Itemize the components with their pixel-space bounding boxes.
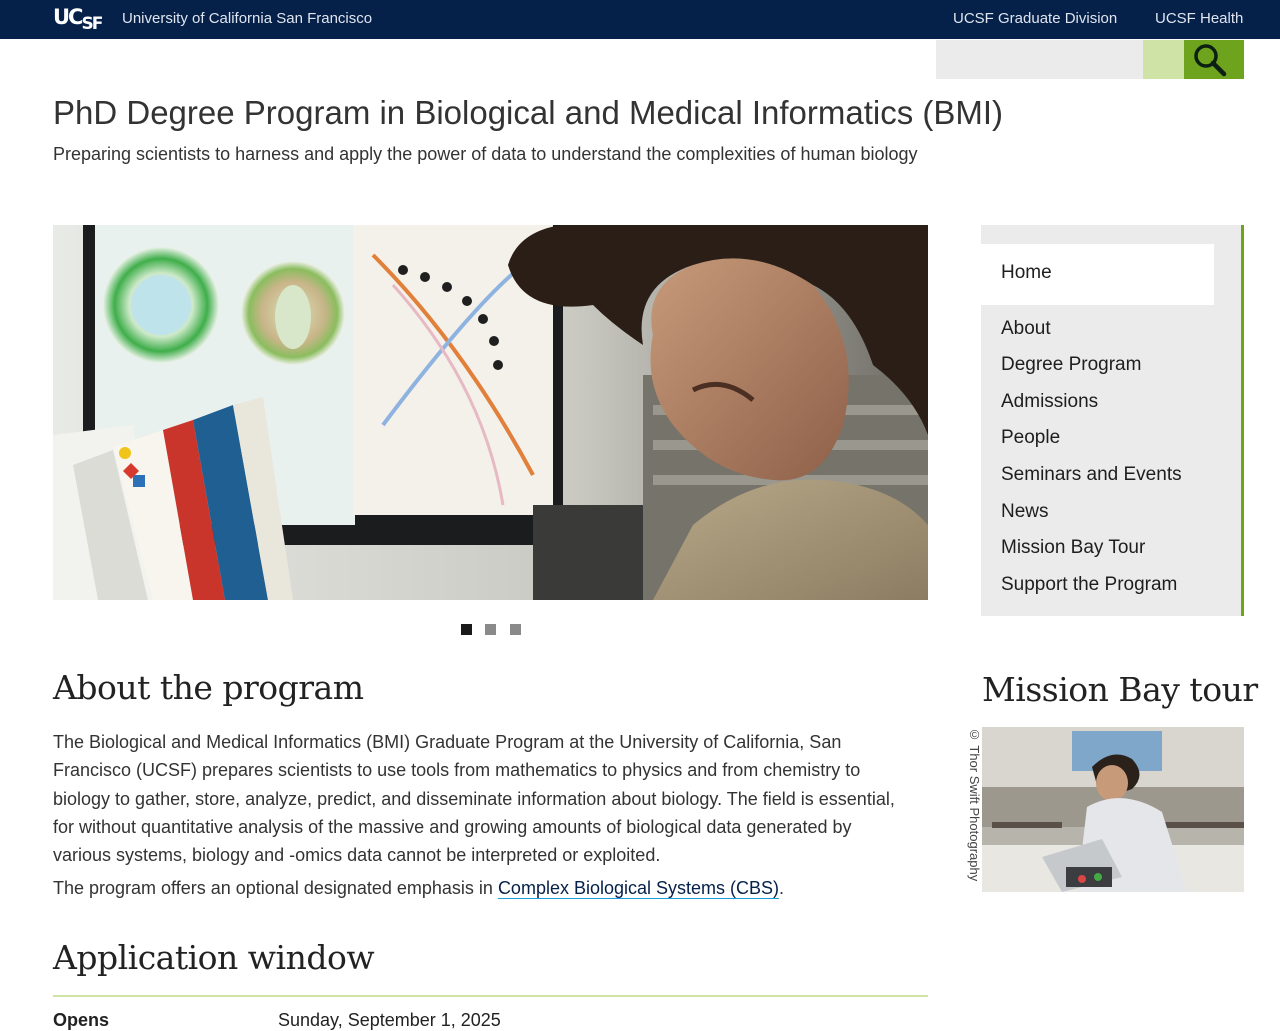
slide-dot-1[interactable] — [461, 624, 472, 635]
about-body: The Biological and Medical Informatics (… — [53, 732, 895, 866]
hero-photo — [53, 225, 928, 600]
slide-dot-3[interactable] — [510, 624, 521, 635]
about-heading: About the program — [53, 668, 364, 707]
ucsf-health-link[interactable]: UCSF Health — [1155, 10, 1243, 27]
opens-label: Opens — [53, 1010, 110, 1030]
tour-photo — [982, 727, 1244, 892]
application-window-heading: Application window — [53, 938, 375, 977]
sidebar-nav: Home About Degree Program Admissions Peo… — [981, 225, 1244, 616]
sidebar-item-admissions[interactable]: Admissions — [1001, 391, 1098, 413]
graduate-division-link[interactable]: UCSF Graduate Division — [953, 10, 1117, 27]
sidebar-item-seminars[interactable]: Seminars and Events — [1001, 464, 1182, 486]
cbs-link[interactable]: Complex Biological Systems (CBS) — [497, 878, 780, 899]
sidebar-item-home[interactable]: Home — [1001, 262, 1052, 284]
sidebar-item-mission-bay-tour[interactable]: Mission Bay Tour — [1001, 537, 1145, 559]
photo-credit: © Thor Swift Photography — [967, 727, 982, 882]
search-field-accent — [1143, 40, 1184, 79]
cbs-paragraph: The program offers an optional designate… — [53, 878, 784, 899]
university-name: University of California San Francisco — [122, 10, 373, 27]
hero-slideshow — [53, 225, 928, 600]
mission-bay-tour-heading: Mission Bay tour — [982, 670, 1258, 709]
cbs-prefix: The program offers an optional designate… — [53, 878, 498, 898]
cbs-suffix: . — [779, 878, 785, 898]
sidebar-item-about[interactable]: About — [1001, 318, 1051, 340]
search-icon — [1194, 44, 1227, 77]
opens-date: Sunday, September 1, 2025 — [278, 1010, 501, 1030]
sidebar-item-degree-program[interactable]: Degree Program — [1001, 354, 1141, 376]
section-divider — [53, 995, 928, 997]
sidebar-item-support[interactable]: Support the Program — [1001, 574, 1177, 596]
sidebar-item-people[interactable]: People — [1001, 427, 1060, 449]
search-input[interactable] — [936, 40, 1143, 79]
ucsf-logo[interactable]: UCSF — [53, 2, 103, 34]
page-title: PhD Degree Program in Biological and Med… — [53, 94, 1004, 131]
mission-bay-tour-image[interactable] — [982, 727, 1244, 892]
top-bar: UCSF University of California San Franci… — [0, 0, 1280, 39]
sidebar-item-news[interactable]: News — [1001, 501, 1049, 523]
page-tagline: Preparing scientists to harness and appl… — [53, 144, 918, 164]
slide-dot-2[interactable] — [485, 624, 496, 635]
search-button[interactable] — [1184, 40, 1244, 79]
